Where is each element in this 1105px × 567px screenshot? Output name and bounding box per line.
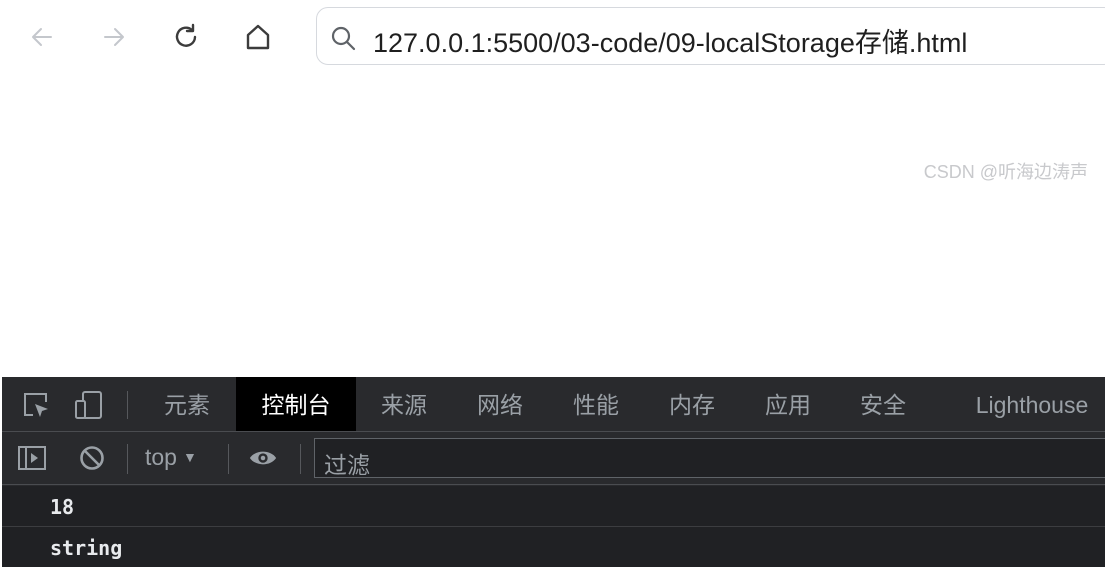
tab-sources[interactable]: 来源 [366, 377, 442, 431]
toolbar-divider [300, 444, 301, 474]
forward-button[interactable] [91, 14, 137, 60]
tab-performance[interactable]: 性能 [558, 377, 634, 431]
console-log-text: string [50, 536, 123, 560]
forward-icon [104, 28, 124, 46]
live-expression-button[interactable] [248, 443, 278, 473]
tab-application[interactable]: 应用 [750, 377, 826, 431]
context-label: top [145, 444, 177, 470]
devtools-panel: 元素 控制台 来源 网络 性能 内存 应用 安全 Lighthouse top ▼ [2, 377, 1105, 567]
device-icon [75, 391, 102, 419]
toolbar-divider [228, 444, 229, 474]
toolbar-divider [127, 444, 128, 474]
tab-memory[interactable]: 内存 [654, 377, 730, 431]
inspect-element-button[interactable] [21, 390, 51, 420]
reload-icon [175, 23, 197, 47]
console-log-row: string [2, 527, 1105, 567]
toolbar-divider [127, 391, 128, 419]
watermark: CSDN @听海边涛声 [923, 162, 1088, 182]
inspect-icon [24, 393, 48, 417]
filter-input[interactable]: 过滤 [314, 438, 1105, 478]
tab-security[interactable]: 安全 [845, 377, 921, 431]
clear-console-icon [80, 446, 104, 470]
back-button[interactable] [19, 14, 65, 60]
reload-button[interactable] [163, 14, 209, 60]
search-icon [331, 26, 356, 51]
address-bar[interactable]: 127.0.0.1:5500/03-code/09-localStorage存储… [316, 7, 1105, 65]
back-icon [32, 28, 52, 46]
filter-placeholder: 过滤 [324, 452, 370, 478]
console-log-text: 18 [50, 495, 75, 519]
url-text: 127.0.0.1:5500/03-code/09-localStorage存储… [373, 28, 968, 58]
tab-console[interactable]: 控制台 [236, 377, 356, 431]
tab-network[interactable]: 网络 [462, 377, 538, 431]
console-toolbar: top ▼ 过滤 [2, 432, 1105, 485]
browser-toolbar: 127.0.0.1:5500/03-code/09-localStorage存储… [0, 0, 1105, 76]
clear-console-button[interactable] [77, 443, 107, 473]
devtools-tab-bar: 元素 控制台 来源 网络 性能 内存 应用 安全 Lighthouse [2, 377, 1105, 432]
sidebar-toggle-icon [18, 446, 46, 470]
sidebar-toggle-button[interactable] [17, 443, 47, 473]
eye-icon [249, 451, 277, 465]
home-icon [246, 24, 270, 50]
home-button[interactable] [235, 14, 281, 60]
tab-elements[interactable]: 元素 [149, 377, 225, 431]
console-log-row: 18 [2, 486, 1105, 527]
device-toolbar-button[interactable] [74, 390, 104, 420]
dropdown-arrow-icon: ▼ [182, 449, 197, 465]
context-selector[interactable]: top ▼ [145, 444, 197, 471]
tab-lighthouse[interactable]: Lighthouse [967, 377, 1097, 431]
